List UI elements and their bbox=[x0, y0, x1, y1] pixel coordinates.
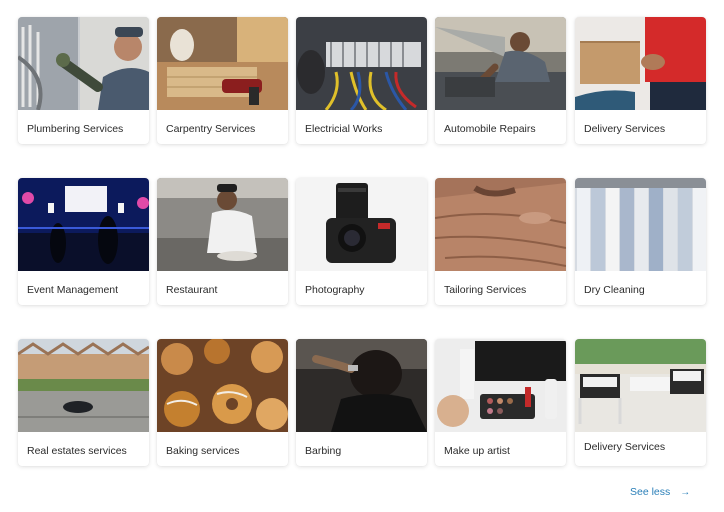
service-label: Photography bbox=[305, 284, 365, 296]
service-label: Delivery Services bbox=[584, 441, 666, 453]
service-card-restaurant[interactable]: Restaurant bbox=[157, 178, 288, 305]
service-card-event-management[interactable]: Event Management bbox=[18, 178, 149, 305]
delivery-image bbox=[575, 17, 706, 110]
service-label: Electricial Works bbox=[305, 123, 383, 135]
service-label: Barbing bbox=[305, 445, 342, 457]
tailoring-image bbox=[435, 178, 566, 271]
service-card-tailoring[interactable]: Tailoring Services bbox=[435, 178, 566, 305]
service-card-photography[interactable]: Photography bbox=[296, 178, 427, 305]
clothes-rack-image bbox=[575, 178, 706, 271]
service-card-delivery-2[interactable]: Delivery Services bbox=[575, 339, 706, 466]
electrical-panel-image bbox=[296, 17, 427, 110]
service-card-automobile[interactable]: Automobile Repairs bbox=[435, 17, 566, 144]
service-label: Real estates services bbox=[27, 445, 127, 457]
service-label: Baking services bbox=[166, 445, 240, 457]
arrow-right-icon: → bbox=[680, 487, 691, 498]
plumber-image bbox=[18, 17, 149, 110]
mechanic-image bbox=[435, 17, 566, 110]
makeup-image bbox=[435, 339, 566, 432]
service-label: Restaurant bbox=[166, 284, 218, 296]
see-less-label: See less bbox=[630, 486, 671, 498]
service-card-delivery[interactable]: Delivery Services bbox=[575, 17, 706, 144]
service-card-makeup[interactable]: Make up artist bbox=[435, 339, 566, 466]
service-label: Plumbering Services bbox=[27, 123, 124, 135]
service-label: Make up artist bbox=[444, 445, 510, 457]
patio-furniture-image bbox=[575, 339, 706, 432]
service-card-baking[interactable]: Baking services bbox=[157, 339, 288, 466]
barber-image bbox=[296, 339, 427, 432]
service-label: Event Management bbox=[27, 284, 119, 296]
service-label: Automobile Repairs bbox=[444, 123, 536, 135]
chef-image bbox=[157, 178, 288, 271]
service-card-plumbing[interactable]: Plumbering Services bbox=[18, 17, 149, 144]
service-card-carpentry[interactable]: Carpentry Services bbox=[157, 17, 288, 144]
service-card-barbing[interactable]: Barbing bbox=[296, 339, 427, 466]
service-card-real-estate[interactable]: Real estates services bbox=[18, 339, 149, 466]
service-card-dry-cleaning[interactable]: Dry Cleaning bbox=[575, 178, 706, 305]
carpentry-image bbox=[157, 17, 288, 110]
see-less-link[interactable]: See less → bbox=[630, 486, 690, 498]
event-stage-image bbox=[18, 178, 149, 271]
service-label: Tailoring Services bbox=[444, 284, 527, 296]
houses-image bbox=[18, 339, 149, 432]
camera-image bbox=[296, 178, 427, 271]
services-grid: Plumbering Services Carpentry Services E… bbox=[0, 0, 724, 512]
service-label: Dry Cleaning bbox=[584, 284, 645, 296]
service-label: Carpentry Services bbox=[166, 123, 256, 135]
service-card-electrical[interactable]: Electricial Works bbox=[296, 17, 427, 144]
pastries-image bbox=[157, 339, 288, 432]
service-label: Delivery Services bbox=[584, 123, 666, 135]
